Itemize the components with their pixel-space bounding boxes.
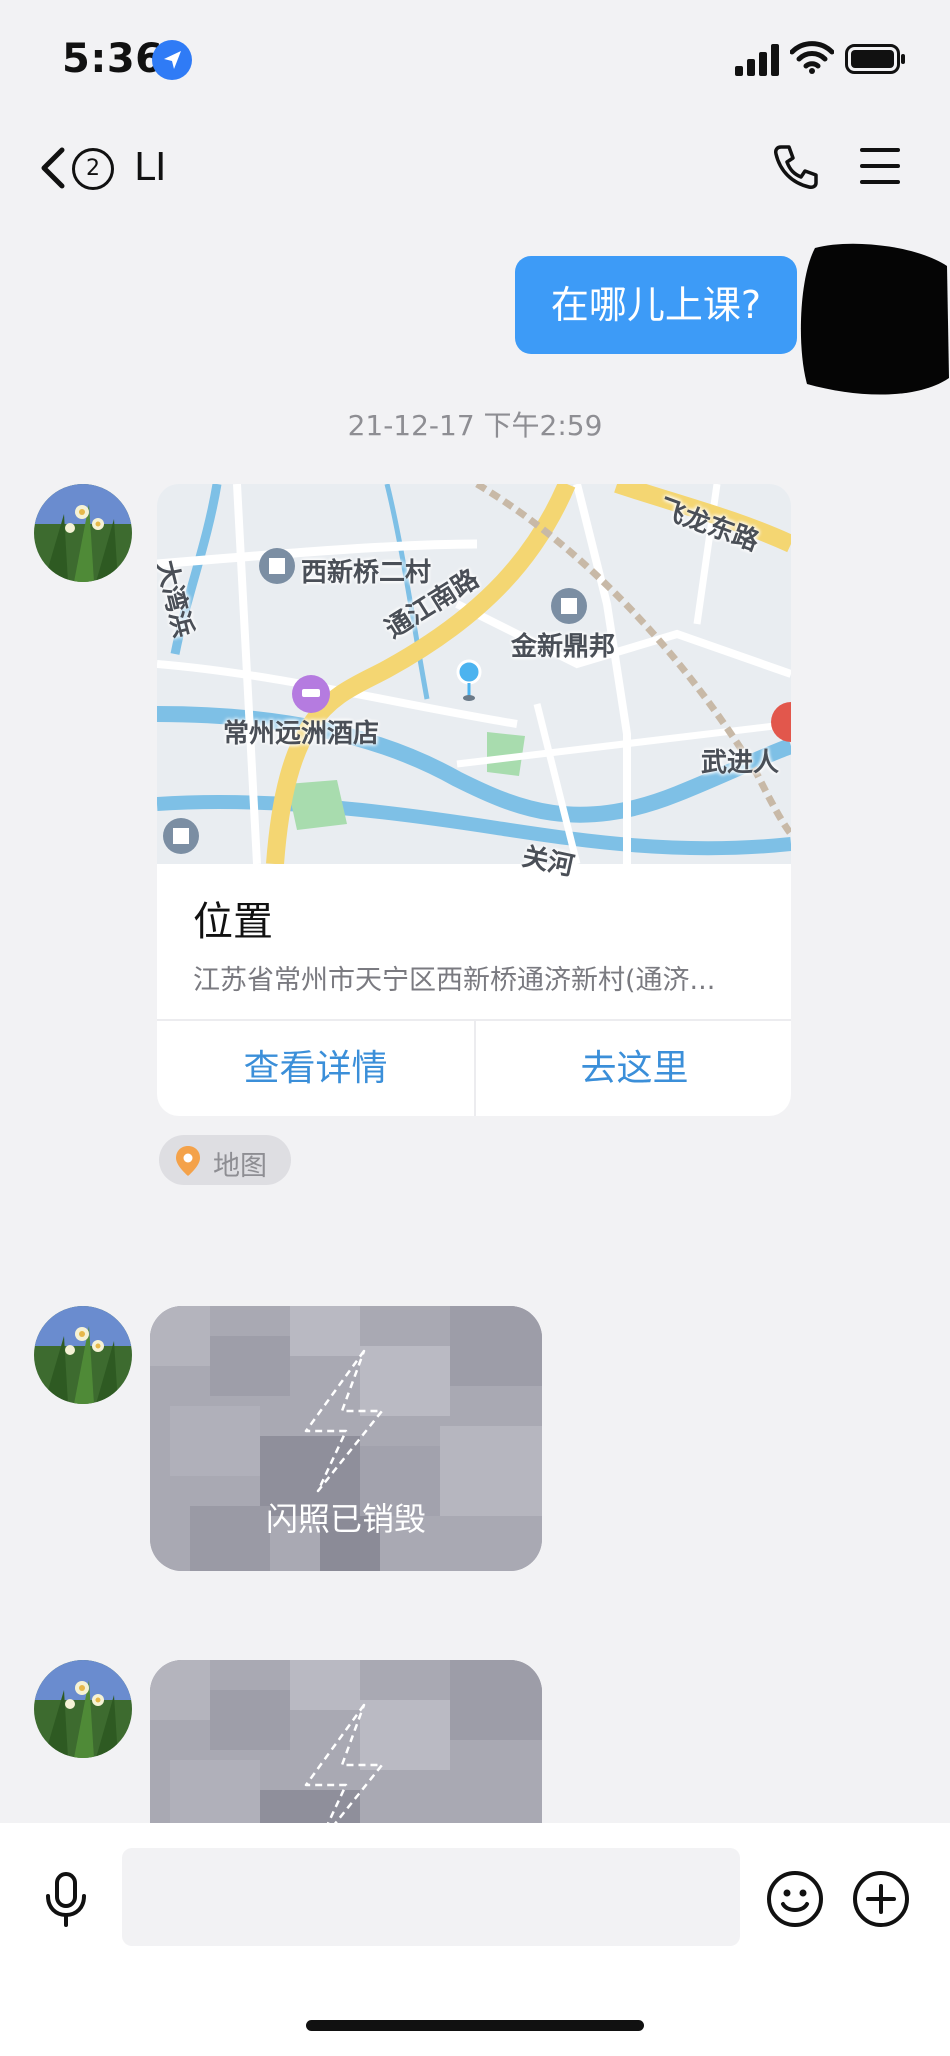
map-pin-icon [175, 1145, 201, 1184]
unread-count-badge[interactable]: 2 [72, 148, 114, 190]
emoji-icon[interactable] [766, 1870, 824, 1932]
contact-avatar[interactable] [34, 484, 132, 582]
message-input[interactable] [122, 1848, 740, 1946]
wifi-icon [789, 40, 835, 78]
contact-avatar[interactable] [34, 1660, 132, 1758]
map-label: 常州远洲酒店 [223, 719, 380, 749]
battery-icon [845, 44, 907, 78]
location-title: 位置 [193, 899, 273, 945]
map-label: 金新鼎邦 [511, 632, 616, 662]
redacted-self-avatar [797, 238, 949, 398]
message-timestamp: 21-12-17 下午2:59 [347, 409, 603, 442]
chat-title: LI [134, 145, 167, 189]
map-preview[interactable]: 西新桥二村 通江南路 金新鼎邦 飞龙东路 大湾浜 常州远洲酒店 武进人 关河 [157, 484, 791, 882]
location-card[interactable]: 西新桥二村 通江南路 金新鼎邦 飞龙东路 大湾浜 常州远洲酒店 武进人 关河 位… [157, 484, 791, 1116]
outgoing-message-bubble[interactable]: 在哪儿上课? [515, 256, 797, 354]
map-label: 武进人 [701, 748, 780, 778]
cellular-signal-icon [735, 44, 779, 80]
phone-call-icon[interactable] [772, 143, 820, 195]
map-tag[interactable]: 地图 [159, 1135, 291, 1185]
flash-photo-message[interactable]: 闪照已销毁 [150, 1306, 542, 1571]
map-tag-label: 地图 [213, 1151, 267, 1182]
flash-photo-label: 闪照已销毁 [265, 1500, 426, 1538]
contact-avatar[interactable] [34, 1306, 132, 1404]
microphone-icon[interactable] [42, 1872, 90, 1932]
menu-icon[interactable] [858, 146, 902, 190]
map-label: 西新桥二村 [301, 558, 432, 588]
status-time: 5:36 [62, 36, 164, 82]
location-address: 江苏省常州市天宁区西新桥通济新村(通济... [193, 965, 716, 996]
view-details-button[interactable]: 查看详情 [157, 1021, 474, 1116]
location-arrow-icon [152, 40, 192, 80]
home-indicator[interactable] [306, 2020, 644, 2031]
navigate-here-button[interactable]: 去这里 [476, 1021, 791, 1116]
plus-icon[interactable] [852, 1870, 910, 1932]
back-chevron-icon[interactable] [38, 146, 68, 194]
